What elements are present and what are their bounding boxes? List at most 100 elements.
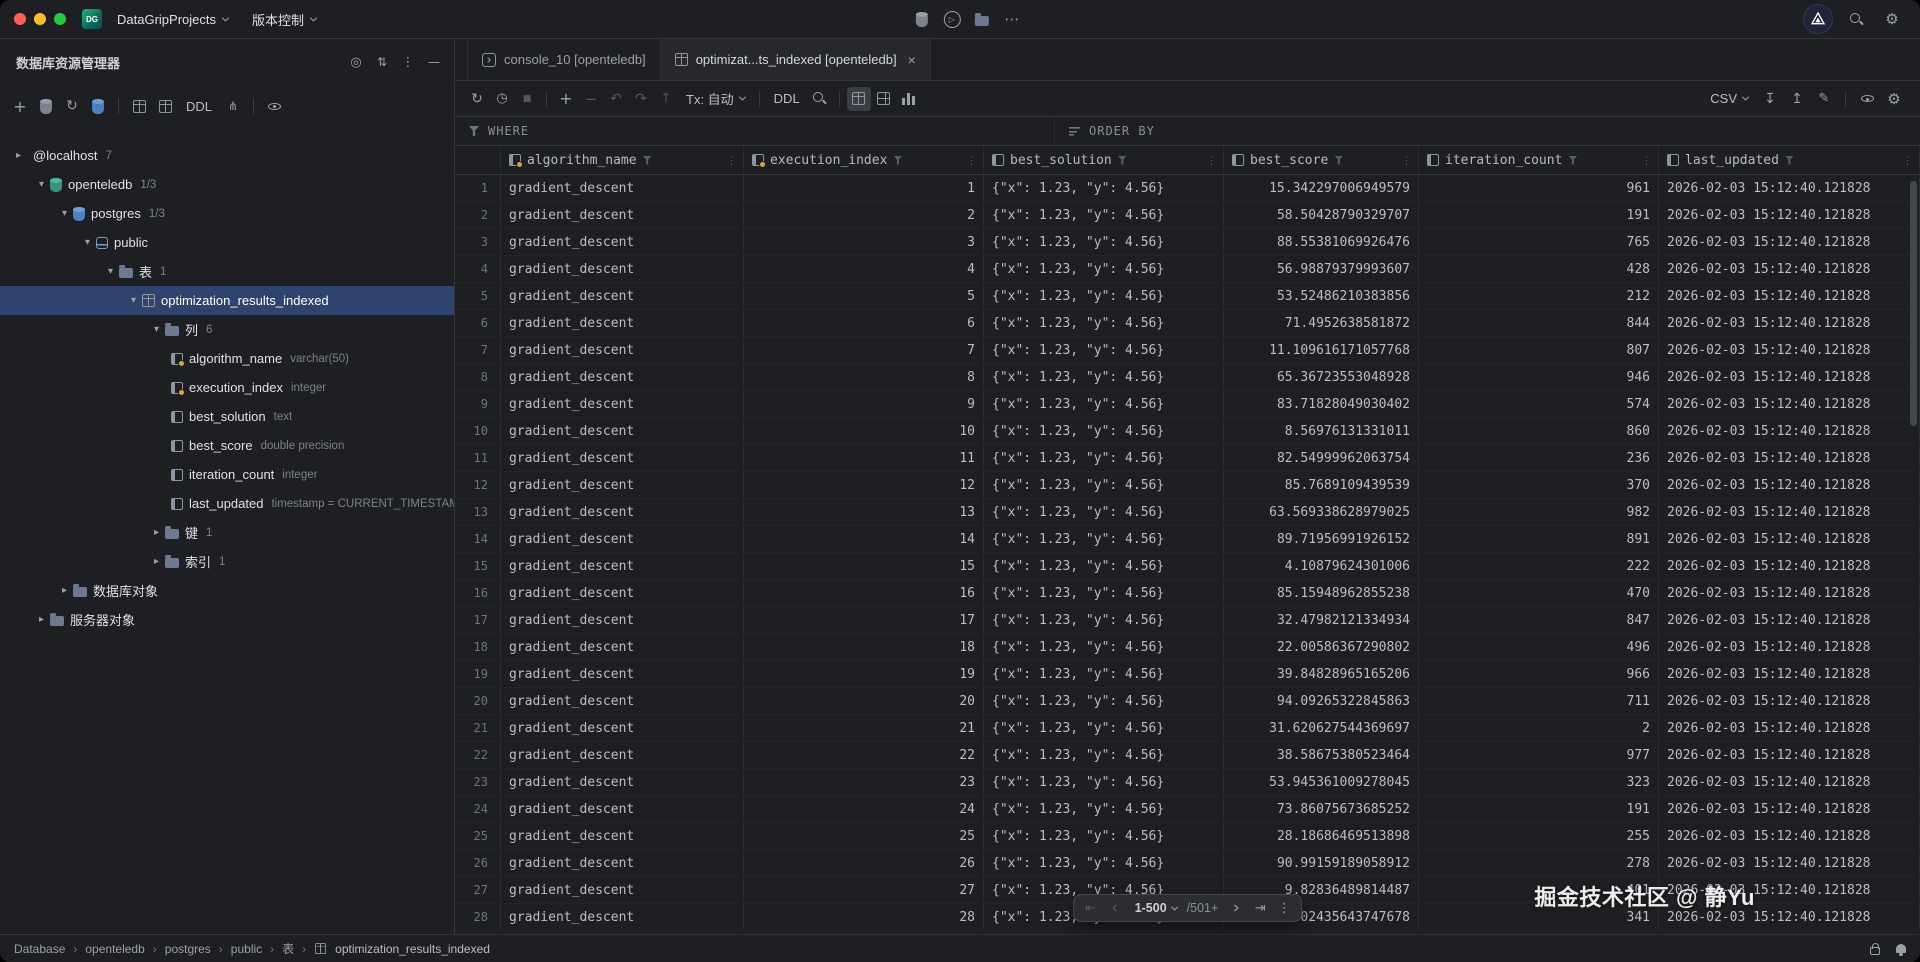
column-header-iteration_count[interactable]: iteration_count bbox=[1419, 146, 1659, 174]
cell-last_updated[interactable]: 2026-02-03 15:12:40.121828 bbox=[1659, 337, 1920, 363]
cell-execution_index[interactable]: 8 bbox=[744, 364, 984, 390]
cell-best_score[interactable]: 85.15948962855238 bbox=[1224, 580, 1419, 606]
cell-algorithm_name[interactable]: gradient_descent bbox=[501, 337, 744, 363]
row-number[interactable]: 19 bbox=[455, 661, 501, 687]
edit-data-icon[interactable] bbox=[1812, 87, 1836, 111]
cell-algorithm_name[interactable]: gradient_descent bbox=[501, 418, 744, 444]
notifications-bell-icon[interactable] bbox=[1896, 944, 1906, 956]
cell-algorithm_name[interactable]: gradient_descent bbox=[501, 850, 744, 876]
panel-more-icon[interactable] bbox=[396, 50, 420, 74]
chevron-right-icon[interactable] bbox=[148, 556, 165, 567]
previous-page-button[interactable] bbox=[1104, 897, 1126, 919]
ddl-view-button[interactable]: DDL bbox=[767, 87, 807, 111]
cell-algorithm_name[interactable]: gradient_descent bbox=[501, 283, 744, 309]
cell-algorithm_name[interactable]: gradient_descent bbox=[501, 499, 744, 525]
cell-best_score[interactable]: 63.569338628979025 bbox=[1224, 499, 1419, 525]
project-selector[interactable]: DataGripProjects bbox=[108, 8, 237, 31]
cell-execution_index[interactable]: 5 bbox=[744, 283, 984, 309]
cell-execution_index[interactable]: 27 bbox=[744, 877, 984, 903]
reload-data-icon[interactable] bbox=[465, 87, 489, 111]
cell-execution_index[interactable]: 17 bbox=[744, 607, 984, 633]
cell-best_score[interactable]: 4.10879624301006 bbox=[1224, 553, 1419, 579]
cell-execution_index[interactable]: 23 bbox=[744, 769, 984, 795]
cell-best_score[interactable]: 38.58675380523464 bbox=[1224, 742, 1419, 768]
row-number[interactable]: 3 bbox=[455, 229, 501, 255]
column-header-execution_index[interactable]: execution_index bbox=[744, 146, 984, 174]
preview-icon[interactable] bbox=[262, 94, 286, 118]
cell-iteration_count[interactable]: 765 bbox=[1419, 229, 1659, 255]
filter-icon[interactable] bbox=[642, 155, 652, 165]
cell-best_solution[interactable]: {"x": 1.23, "y": 4.56} bbox=[984, 202, 1224, 228]
cell-execution_index[interactable]: 14 bbox=[744, 526, 984, 552]
lock-icon[interactable] bbox=[1870, 943, 1880, 955]
open-table-icon[interactable] bbox=[127, 94, 151, 118]
tree-item-localhost[interactable]: @localhost 7 bbox=[0, 141, 454, 170]
row-number[interactable]: 27 bbox=[455, 877, 501, 903]
column-menu-icon[interactable] bbox=[966, 154, 977, 167]
cell-iteration_count[interactable]: 847 bbox=[1419, 607, 1659, 633]
cell-execution_index[interactable]: 4 bbox=[744, 256, 984, 282]
cell-algorithm_name[interactable]: gradient_descent bbox=[501, 310, 744, 336]
cell-last_updated[interactable]: 2026-02-03 15:12:40.121828 bbox=[1659, 634, 1920, 660]
auto-refresh-icon[interactable] bbox=[490, 87, 514, 111]
cell-last_updated[interactable]: 2026-02-03 15:12:40.121828 bbox=[1659, 877, 1920, 903]
table-view-icon[interactable] bbox=[846, 86, 871, 111]
cell-iteration_count[interactable]: 236 bbox=[1419, 445, 1659, 471]
column-menu-icon[interactable] bbox=[1206, 154, 1217, 167]
cell-execution_index[interactable]: 2 bbox=[744, 202, 984, 228]
tree-item-execution-index[interactable]: execution_index integer bbox=[0, 373, 454, 402]
cell-best_solution[interactable]: {"x": 1.23, "y": 4.56} bbox=[984, 769, 1224, 795]
cell-last_updated[interactable]: 2026-02-03 15:12:40.121828 bbox=[1659, 472, 1920, 498]
locate-icon[interactable] bbox=[344, 50, 368, 74]
column-header-last_updated[interactable]: last_updated bbox=[1659, 146, 1920, 174]
tab-optimizat-ts-indexed-openteledb[interactable]: optimizat...ts_indexed [openteledb] bbox=[660, 39, 931, 80]
cell-iteration_count[interactable]: 961 bbox=[1419, 175, 1659, 201]
filter-icon[interactable] bbox=[1334, 155, 1344, 165]
cell-last_updated[interactable]: 2026-02-03 15:12:40.121828 bbox=[1659, 391, 1920, 417]
submit-icon[interactable] bbox=[654, 87, 678, 111]
cell-execution_index[interactable]: 7 bbox=[744, 337, 984, 363]
cell-execution_index[interactable]: 11 bbox=[744, 445, 984, 471]
column-menu-icon[interactable] bbox=[1401, 154, 1412, 167]
cell-best_solution[interactable]: {"x": 1.23, "y": 4.56} bbox=[984, 661, 1224, 687]
cell-algorithm_name[interactable]: gradient_descent bbox=[501, 445, 744, 471]
cell-last_updated[interactable]: 2026-02-03 15:12:40.121828 bbox=[1659, 418, 1920, 444]
tree-item-索引[interactable]: 索引 1 bbox=[0, 547, 454, 576]
cell-iteration_count[interactable]: 191 bbox=[1419, 796, 1659, 822]
cell-last_updated[interactable]: 2026-02-03 15:12:40.121828 bbox=[1659, 607, 1920, 633]
row-number[interactable]: 22 bbox=[455, 742, 501, 768]
cell-execution_index[interactable]: 6 bbox=[744, 310, 984, 336]
cell-last_updated[interactable]: 2026-02-03 15:12:40.121828 bbox=[1659, 850, 1920, 876]
row-number[interactable]: 5 bbox=[455, 283, 501, 309]
close-window-button[interactable] bbox=[14, 13, 26, 25]
column-header-algorithm_name[interactable]: algorithm_name bbox=[501, 146, 744, 174]
tree-item-public[interactable]: public bbox=[0, 228, 454, 257]
tree-item-键[interactable]: 键1 bbox=[0, 518, 454, 547]
minimize-window-button[interactable] bbox=[34, 13, 46, 25]
expand-collapse-icon[interactable] bbox=[370, 50, 394, 74]
cell-best_solution[interactable]: {"x": 1.23, "y": 4.56} bbox=[984, 256, 1224, 282]
cell-last_updated[interactable]: 2026-02-03 15:12:40.121828 bbox=[1659, 229, 1920, 255]
cell-best_solution[interactable]: {"x": 1.23, "y": 4.56} bbox=[984, 364, 1224, 390]
cell-best_score[interactable]: 8.56976131331011 bbox=[1224, 418, 1419, 444]
vertical-scrollbar[interactable] bbox=[1910, 181, 1917, 426]
cell-best_score[interactable]: 31.620627544369697 bbox=[1224, 715, 1419, 741]
cell-last_updated[interactable]: 2026-02-03 15:12:40.121828 bbox=[1659, 499, 1920, 525]
cell-best_solution[interactable]: {"x": 1.23, "y": 4.56} bbox=[984, 391, 1224, 417]
column-menu-icon[interactable] bbox=[1902, 154, 1913, 167]
cell-iteration_count[interactable]: 982 bbox=[1419, 499, 1659, 525]
tx-mode-dropdown[interactable]: Tx: 自动 bbox=[679, 87, 752, 111]
row-number[interactable]: 28 bbox=[455, 904, 501, 930]
cell-last_updated[interactable]: 2026-02-03 15:12:40.121828 bbox=[1659, 310, 1920, 336]
row-number[interactable]: 1 bbox=[455, 175, 501, 201]
cell-iteration_count[interactable]: 191 bbox=[1419, 202, 1659, 228]
tree-item-algorithm-name[interactable]: algorithm_name varchar(50) bbox=[0, 344, 454, 373]
grid-settings-icon[interactable] bbox=[1882, 87, 1906, 111]
order-by-input[interactable]: ORDER BY bbox=[1055, 117, 1169, 145]
cell-best_score[interactable]: 53.945361009278045 bbox=[1224, 769, 1419, 795]
transpose-view-icon[interactable] bbox=[872, 87, 896, 111]
cell-best_score[interactable]: 22.00586367290802 bbox=[1224, 634, 1419, 660]
row-number[interactable]: 8 bbox=[455, 364, 501, 390]
cell-best_solution[interactable]: {"x": 1.23, "y": 4.56} bbox=[984, 310, 1224, 336]
row-number[interactable]: 25 bbox=[455, 823, 501, 849]
